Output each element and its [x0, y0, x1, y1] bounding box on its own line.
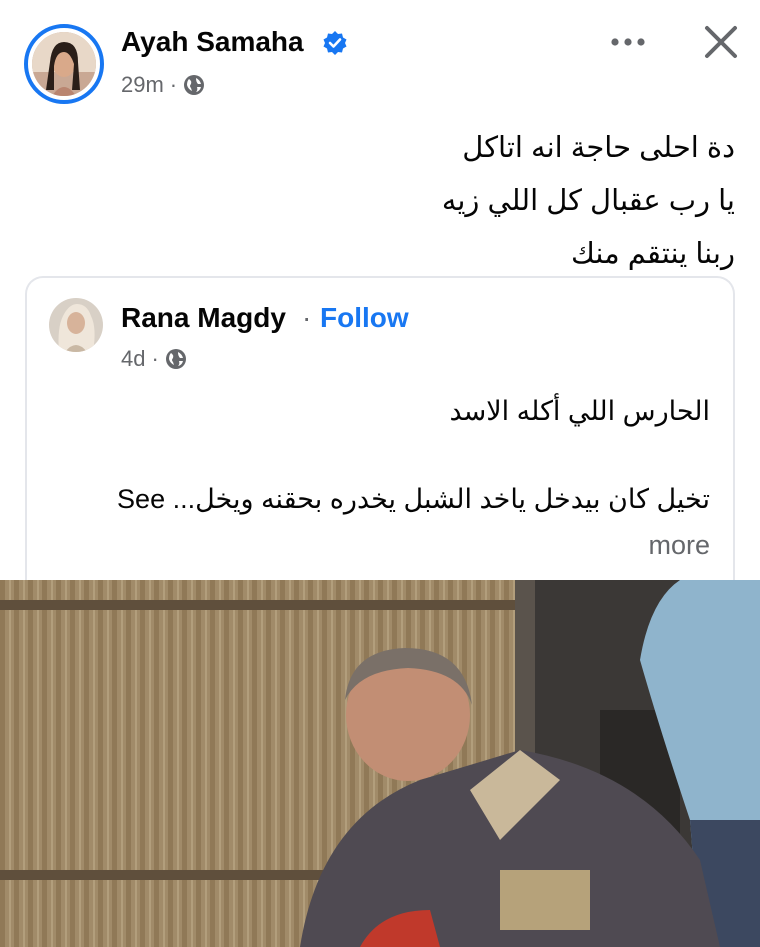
see-more-link[interactable]: more — [648, 530, 710, 561]
shared-author-name[interactable]: Rana Magdy — [121, 302, 286, 334]
post-text-line: دة احلى حاجة انه اتاكل — [462, 132, 735, 164]
shared-post-text-line: الحارس اللي أكله الاسد — [449, 396, 710, 426]
author-avatar[interactable] — [24, 24, 104, 104]
post-time[interactable]: 29m — [121, 72, 164, 98]
shared-post-meta: 4d · — [121, 346, 187, 372]
globe-icon — [184, 75, 205, 95]
post-meta: 29m · — [121, 72, 205, 98]
verified-badge-icon — [323, 31, 347, 55]
photo-image — [0, 580, 760, 947]
globe-icon — [165, 349, 186, 369]
shared-post-time[interactable]: 4d — [121, 346, 145, 372]
follow-button[interactable]: Follow — [320, 302, 409, 334]
shared-post-text-line: تخيل كان بيدخل ياخد الشبل يخدره بحقنه وي… — [117, 484, 710, 514]
post-text: دة احلى حاجة انه اتاكل يا رب عقبال كل ال… — [35, 122, 735, 281]
post-header: Ayah Samaha 29m · — [0, 0, 760, 120]
follow-separator: · — [302, 302, 312, 333]
meta-separator: · — [151, 346, 159, 371]
meta-separator: · — [169, 72, 178, 97]
post-photo[interactable] — [0, 580, 760, 947]
more-options-button[interactable] — [606, 24, 650, 60]
post-text-line: يا رب عقبال كل اللي زيه — [441, 185, 735, 217]
post-text-line: ربنا ينتقم منك — [570, 238, 735, 270]
close-icon — [705, 26, 737, 58]
more-options-icon — [611, 38, 645, 46]
close-button[interactable] — [698, 20, 744, 64]
author-name[interactable]: Ayah Samaha — [121, 26, 304, 58]
shared-author-avatar[interactable] — [49, 298, 103, 352]
